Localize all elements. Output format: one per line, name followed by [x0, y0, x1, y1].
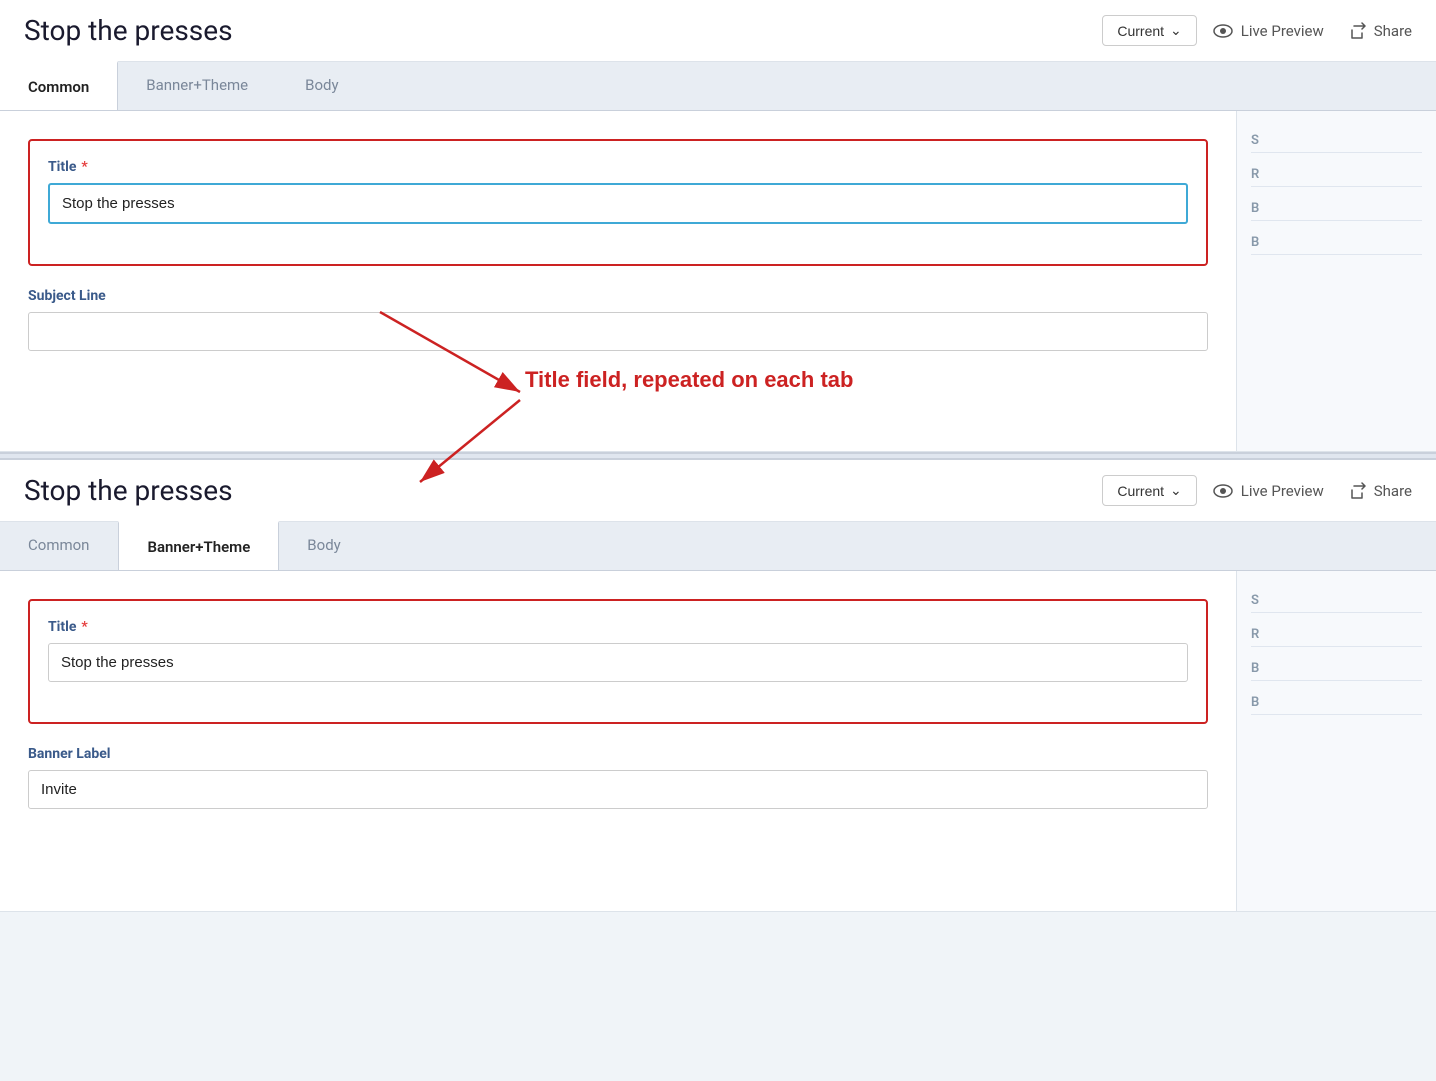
tab-common-bottom[interactable]: Common [0, 522, 118, 570]
banner-label-label-bottom: Banner Label [28, 746, 1208, 762]
panel-bottom: Stop the presses Current ⌄ Live Preview … [0, 460, 1436, 912]
share-btn-bottom[interactable]: Share [1348, 482, 1412, 500]
page-title-top: Stop the presses [24, 14, 1086, 47]
share-icon-top [1348, 22, 1366, 40]
share-btn-top[interactable]: Share [1348, 22, 1412, 40]
title-field-group-top: Title * [48, 159, 1188, 224]
tab-banner-theme-bottom[interactable]: Banner+Theme [118, 521, 279, 570]
page-title-bottom: Stop the presses [24, 474, 1086, 507]
title-input-top[interactable] [48, 183, 1188, 224]
subject-line-field-group-top: Subject Line [28, 288, 1208, 351]
subject-line-input-top[interactable] [28, 312, 1208, 351]
tabs-bar-top: Common Banner+Theme Body [0, 62, 1436, 111]
header-actions-bottom: Live Preview Share [1213, 482, 1412, 500]
title-label-bottom: Title * [48, 619, 1188, 635]
side-strip-bottom: S R B B [1236, 571, 1436, 911]
side-label-2: R [1251, 163, 1422, 187]
tab-common-top[interactable]: Common [0, 61, 118, 110]
share-label-bottom: Share [1374, 482, 1412, 500]
required-star-title-top: * [81, 159, 87, 175]
side-label-3: B [1251, 197, 1422, 221]
title-field-box-top: Title * [28, 139, 1208, 266]
content-area-top: Title * Subject Line [0, 111, 1236, 451]
title-field-box-bottom: Title * [28, 599, 1208, 724]
header-top: Stop the presses Current ⌄ Live Preview … [0, 0, 1436, 62]
header-actions-top: Live Preview Share [1213, 22, 1412, 40]
share-icon-bottom [1348, 482, 1366, 500]
share-label-top: Share [1374, 22, 1412, 40]
live-preview-btn-top[interactable]: Live Preview [1213, 22, 1324, 40]
title-label-top: Title * [48, 159, 1188, 175]
banner-label-field-group-bottom: Banner Label [28, 746, 1208, 809]
chevron-down-icon-bottom: ⌄ [1170, 482, 1182, 499]
banner-label-input-bottom[interactable] [28, 770, 1208, 809]
main-col-bottom: Title * Banner Label [0, 571, 1236, 911]
content-area-bottom: Title * Banner Label [0, 571, 1236, 911]
current-dropdown-top[interactable]: Current ⌄ [1102, 15, 1196, 46]
live-preview-label-top: Live Preview [1241, 22, 1324, 40]
side-label-4: B [1251, 231, 1422, 255]
current-dropdown-bottom[interactable]: Current ⌄ [1102, 475, 1196, 506]
tabs-bar-bottom: Common Banner+Theme Body [0, 522, 1436, 571]
side-label-b3: B [1251, 657, 1422, 681]
tab-banner-theme-top[interactable]: Banner+Theme [118, 62, 277, 110]
current-label-top: Current [1117, 23, 1164, 39]
panel-top: Stop the presses Current ⌄ Live Preview … [0, 0, 1436, 452]
tab-body-bottom[interactable]: Body [279, 522, 369, 570]
side-label-1: S [1251, 129, 1422, 153]
side-label-b1: S [1251, 589, 1422, 613]
side-strip-top: S R B B [1236, 111, 1436, 451]
main-col-top: Title * Subject Line [0, 111, 1236, 451]
title-input-bottom[interactable] [48, 643, 1188, 682]
required-star-title-bottom: * [81, 619, 87, 635]
eye-icon-bottom [1213, 484, 1233, 498]
current-label-bottom: Current [1117, 483, 1164, 499]
chevron-down-icon: ⌄ [1170, 22, 1182, 39]
title-field-group-bottom: Title * [48, 619, 1188, 682]
header-bottom: Stop the presses Current ⌄ Live Preview … [0, 460, 1436, 522]
side-label-b4: B [1251, 691, 1422, 715]
content-layout-top: Title * Subject Line S R B [0, 111, 1436, 451]
side-label-b2: R [1251, 623, 1422, 647]
live-preview-btn-bottom[interactable]: Live Preview [1213, 482, 1324, 500]
subject-line-label-top: Subject Line [28, 288, 1208, 304]
panel-divider [0, 452, 1436, 460]
eye-icon-top [1213, 24, 1233, 38]
content-layout-bottom: Title * Banner Label S R B [0, 571, 1436, 911]
tab-body-top[interactable]: Body [277, 62, 367, 110]
live-preview-label-bottom: Live Preview [1241, 482, 1324, 500]
